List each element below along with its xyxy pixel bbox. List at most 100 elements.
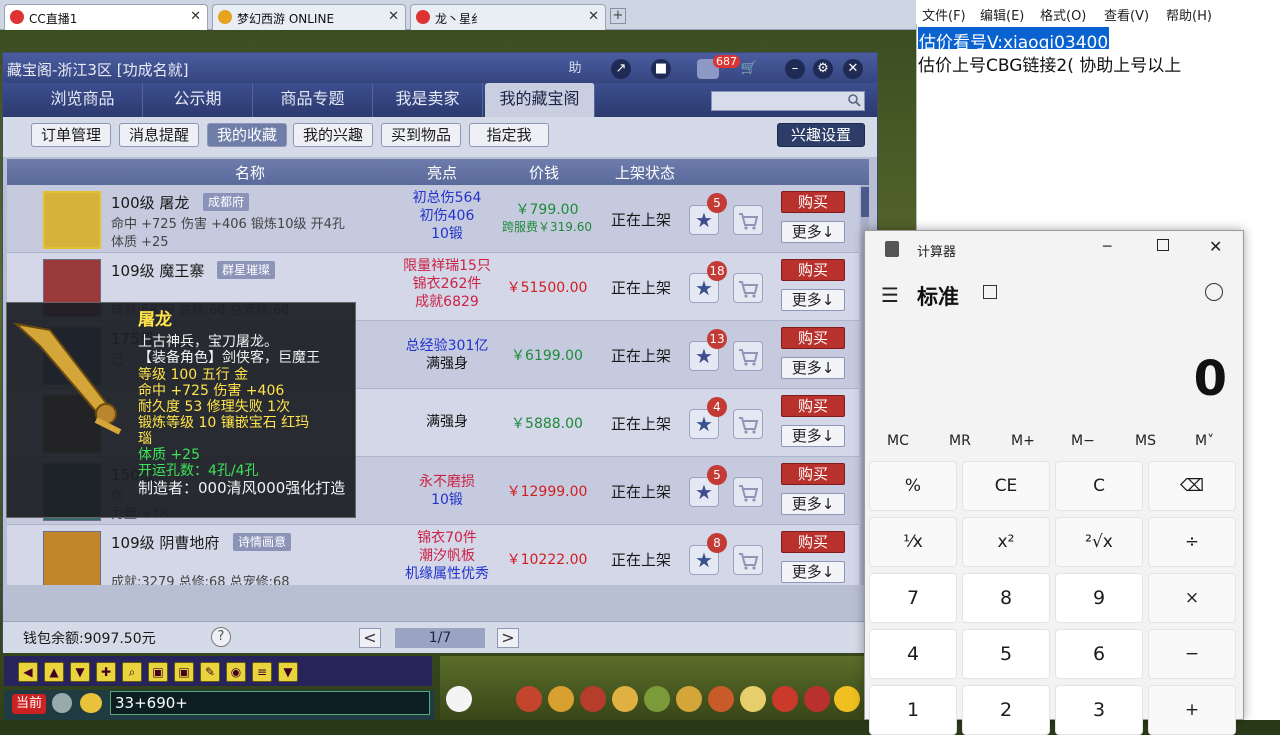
close-icon[interactable]: ✕ xyxy=(190,9,201,24)
emoji-icon[interactable] xyxy=(80,693,102,713)
more-button[interactable]: 更多↓ xyxy=(781,221,845,243)
chat-input[interactable]: 33+690+ xyxy=(110,691,430,715)
next-page-button[interactable]: > xyxy=(497,628,519,648)
more-button[interactable]: 更多↓ xyxy=(781,561,845,583)
interest-settings-button[interactable]: 兴趣设置 xyxy=(777,123,865,147)
tab-my-cbg[interactable]: 我的藏宝阁 xyxy=(485,83,595,117)
move-icon[interactable]: ✚ xyxy=(96,662,116,682)
skill-icon[interactable] xyxy=(644,686,670,712)
more-button[interactable]: 更多↓ xyxy=(781,357,845,379)
key-five[interactable]: 5 xyxy=(962,629,1050,679)
item-level-name[interactable]: 109级 魔王寨 xyxy=(111,260,204,281)
list-icon[interactable]: ≡ xyxy=(252,662,272,682)
buy-button[interactable]: 购买 xyxy=(781,395,845,417)
favorites-button[interactable]: 我的收藏 xyxy=(207,123,287,147)
item-image[interactable] xyxy=(43,191,101,249)
cart-icon[interactable] xyxy=(733,205,763,235)
close-button[interactable]: ✕ xyxy=(1209,237,1222,256)
pet-icon[interactable] xyxy=(446,686,472,712)
mem-clear[interactable]: MC xyxy=(887,433,909,449)
close-icon[interactable]: ✕ xyxy=(388,9,399,24)
mem-subtract[interactable]: M− xyxy=(1071,433,1095,449)
arrow-left-icon[interactable]: ◀ xyxy=(18,662,38,682)
lock-icon[interactable]: ▣ xyxy=(148,662,168,682)
item-level-name[interactable]: 109级 阴曹地府 xyxy=(111,532,219,553)
zoom-icon[interactable]: ⌕ xyxy=(122,662,142,682)
key-one[interactable]: 1 xyxy=(869,685,957,735)
skill-icon[interactable] xyxy=(740,686,766,712)
mem-store[interactable]: MS xyxy=(1135,433,1156,449)
more-button[interactable]: 更多↓ xyxy=(781,289,845,311)
arrow-down-icon[interactable]: ▼ xyxy=(70,662,90,682)
history-icon[interactable] xyxy=(1205,283,1223,301)
tab-mhxy[interactable]: 梦幻西游 ONLINE ✕ xyxy=(212,4,406,30)
skill-icon[interactable] xyxy=(612,686,638,712)
share-icon[interactable]: ↗ xyxy=(611,59,631,79)
buy-button[interactable]: 购买 xyxy=(781,531,845,553)
key-four[interactable]: 4 xyxy=(869,629,957,679)
search-input[interactable] xyxy=(711,91,865,111)
skill-icon[interactable] xyxy=(772,686,798,712)
purchased-button[interactable]: 买到物品 xyxy=(381,123,461,147)
dropdown-icon[interactable]: ▼ xyxy=(278,662,298,682)
buy-button[interactable]: 购买 xyxy=(781,463,845,485)
skill-icon[interactable] xyxy=(676,686,702,712)
microphone-icon[interactable] xyxy=(52,693,72,713)
prev-page-button[interactable]: < xyxy=(359,628,381,648)
key-percent[interactable]: % xyxy=(869,461,957,511)
tab-browse[interactable]: 浏览商品 xyxy=(23,83,143,117)
skill-icon[interactable] xyxy=(548,686,574,712)
key-clear[interactable]: C xyxy=(1055,461,1143,511)
key-reciprocal[interactable]: ⅟x xyxy=(869,517,957,567)
skill-icon[interactable] xyxy=(804,686,830,712)
notepad-selected-line[interactable]: 估价看号V:xiaoqi03400 xyxy=(918,27,1110,53)
key-square-root[interactable]: ²√x xyxy=(1055,517,1143,567)
menu-help[interactable]: 帮助(H) xyxy=(1166,5,1212,24)
cart-icon[interactable]: 🛒 xyxy=(739,59,759,79)
notifications-button[interactable]: 消息提醒 xyxy=(119,123,199,147)
key-eight[interactable]: 8 xyxy=(962,573,1050,623)
menu-view[interactable]: 查看(V) xyxy=(1104,5,1149,24)
scrollbar-thumb[interactable] xyxy=(861,187,869,217)
skill-icon[interactable] xyxy=(708,686,734,712)
search-icon[interactable] xyxy=(847,93,861,107)
key-square[interactable]: x² xyxy=(962,517,1050,567)
minimize-button[interactable]: ─ xyxy=(1103,239,1111,255)
skill-icon[interactable] xyxy=(580,686,606,712)
more-button[interactable]: 更多↓ xyxy=(781,493,845,515)
menu-format[interactable]: 格式(O) xyxy=(1040,5,1086,24)
buy-button[interactable]: 购买 xyxy=(781,327,845,349)
menu-edit[interactable]: 编辑(E) xyxy=(980,5,1024,24)
menu-file[interactable]: 文件(F) xyxy=(922,5,966,24)
key-two[interactable]: 2 xyxy=(962,685,1050,735)
tab-topics[interactable]: 商品专题 xyxy=(253,83,373,117)
help-button[interactable]: 助 xyxy=(565,59,585,79)
cart-icon[interactable] xyxy=(733,341,763,371)
smiley-icon[interactable] xyxy=(834,686,860,712)
orders-button[interactable]: 订单管理 xyxy=(31,123,111,147)
table-row[interactable]: 100级 屠龙 成都府 命中 +725 伤害 +406 锻炼10级 开4孔 体质… xyxy=(7,185,859,253)
close-button[interactable]: ✕ xyxy=(843,59,863,79)
help-icon[interactable]: ? xyxy=(211,627,231,647)
arrow-up-icon[interactable]: ▲ xyxy=(44,662,64,682)
key-subtract[interactable]: − xyxy=(1148,629,1236,679)
stop-icon[interactable]: ■ xyxy=(651,59,671,79)
key-seven[interactable]: 7 xyxy=(869,573,957,623)
key-add[interactable]: + xyxy=(1148,685,1236,735)
skill-icon[interactable] xyxy=(516,686,542,712)
cart-icon[interactable] xyxy=(733,409,763,439)
new-tab-button[interactable]: + xyxy=(610,8,626,24)
mem-add[interactable]: M+ xyxy=(1011,433,1035,449)
buy-button[interactable]: 购买 xyxy=(781,191,845,213)
minimize-button[interactable]: – xyxy=(785,59,805,79)
lock-icon[interactable]: ▣ xyxy=(174,662,194,682)
tab-public[interactable]: 公示期 xyxy=(143,83,253,117)
key-six[interactable]: 6 xyxy=(1055,629,1143,679)
key-clear-entry[interactable]: CE xyxy=(962,461,1050,511)
more-button[interactable]: 更多↓ xyxy=(781,425,845,447)
maximize-button[interactable] xyxy=(1157,239,1169,251)
mem-list[interactable]: M˅ xyxy=(1195,433,1214,449)
tab-seller[interactable]: 我是卖家 xyxy=(373,83,483,117)
item-level-name[interactable]: 100级 屠龙 xyxy=(111,192,189,213)
interests-button[interactable]: 我的兴趣 xyxy=(293,123,373,147)
